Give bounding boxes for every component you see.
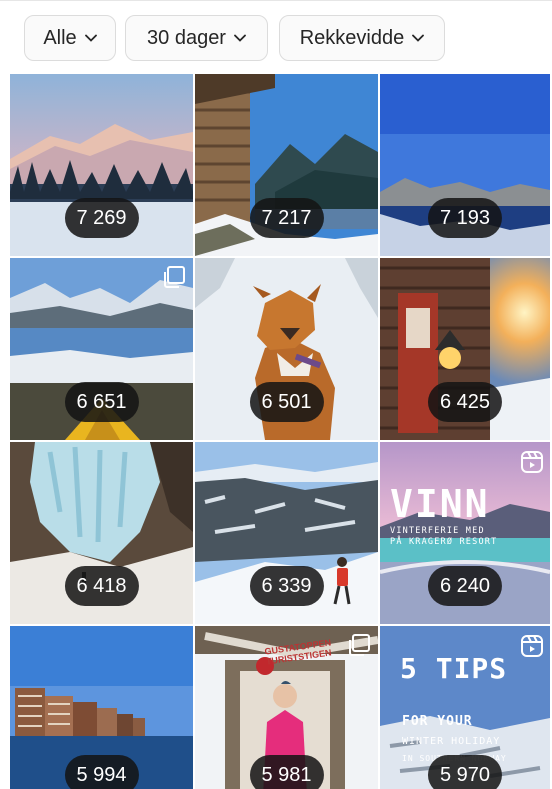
post-grid: 7 269 7 217 7 193 6 651 6 501 6 425 6 41…	[10, 74, 550, 789]
post-overlay-line: VINTERFERIE MED	[390, 526, 485, 536]
carousel-icon	[164, 266, 185, 288]
filter-metric-label: Rekkevidde	[299, 26, 405, 49]
post-overlay-line: PÅ KRAGERØ RESORT	[390, 537, 498, 547]
post-tile[interactable]: 7 217	[195, 74, 378, 256]
reach-count-badge: 6 240	[427, 566, 503, 606]
post-tile[interactable]: VINN VINTERFERIE MED PÅ KRAGERØ RESORT 6…	[380, 442, 550, 624]
post-tile[interactable]: 7 193	[380, 74, 550, 256]
filter-all-dropdown[interactable]: Alle	[24, 15, 116, 61]
chevron-down-icon	[84, 34, 97, 42]
post-tile[interactable]: 6 651	[10, 258, 193, 440]
post-overlay-line: WINTER HOLIDAY	[402, 736, 501, 747]
reach-count-badge: 7 269	[64, 198, 139, 238]
reach-count-badge: 6 501	[249, 382, 324, 422]
reach-count-badge: 5 981	[249, 755, 324, 789]
post-tile[interactable]: 5 TIPS FOR YOUR WINTER HOLIDAY IN SOUTHE…	[380, 626, 550, 789]
post-tile[interactable]: 6 501	[195, 258, 378, 440]
reach-count-badge: 5 970	[427, 755, 503, 789]
post-overlay-title: VINN	[390, 482, 490, 526]
post-tile[interactable]: 6 339	[195, 442, 378, 624]
post-overlay-subtitle: VINTERFERIE MED PÅ KRAGERØ RESORT	[390, 526, 497, 548]
reel-icon	[521, 635, 543, 657]
reach-count-badge: 7 217	[249, 198, 324, 238]
filter-all-label: Alle	[43, 26, 77, 49]
reach-count-badge: 6 418	[64, 566, 139, 606]
post-tile[interactable]: 5 994	[10, 626, 193, 789]
post-tile[interactable]: 6 425	[380, 258, 550, 440]
chevron-down-icon	[412, 34, 425, 42]
post-tile[interactable]: 7 269	[10, 74, 193, 256]
reach-count-badge: 6 425	[427, 382, 503, 422]
chevron-down-icon	[234, 34, 246, 42]
reel-icon	[521, 451, 543, 473]
reach-count-badge: 6 339	[249, 566, 324, 606]
filter-period-label: 30 dager	[147, 26, 226, 49]
post-tile[interactable]: GUSTATOPPEN TURISTSTIGEN 5 981	[195, 626, 378, 789]
reach-count-badge: 6 651	[64, 382, 139, 422]
reach-count-badge: 7 193	[427, 198, 503, 238]
reach-count-badge: 5 994	[64, 755, 139, 789]
carousel-icon	[349, 634, 370, 656]
filter-bar: Alle 30 dager Rekkevidde	[0, 0, 552, 74]
filter-metric-dropdown[interactable]: Rekkevidde	[279, 15, 445, 61]
post-overlay-title: 5 TIPS	[400, 652, 508, 685]
post-tile[interactable]: 6 418	[10, 442, 193, 624]
post-overlay-line: FOR YOUR	[402, 714, 473, 729]
filter-period-dropdown[interactable]: 30 dager	[125, 15, 268, 61]
